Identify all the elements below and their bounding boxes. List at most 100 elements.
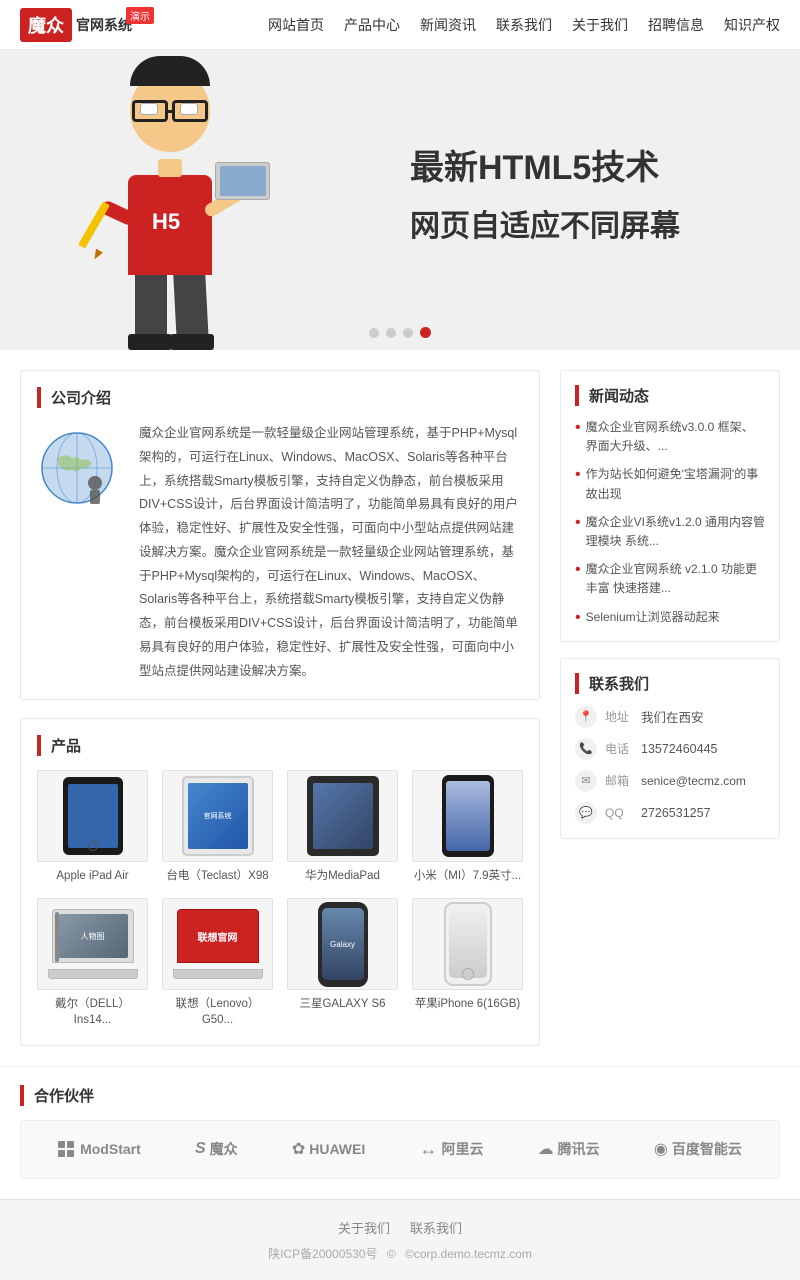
nav-about[interactable]: 关于我们: [572, 15, 628, 35]
dot-2[interactable]: [386, 328, 396, 338]
contact-qq-label: QQ: [605, 806, 633, 820]
phone-icon: 📞: [575, 738, 597, 760]
product-item-0[interactable]: Apple iPad Air: [37, 770, 148, 884]
contact-qq-value: 2726531257: [641, 806, 711, 820]
product-item-2[interactable]: 华为MediaPad: [287, 770, 398, 884]
product-name-5: 联想（Lenovo）G50...: [162, 996, 273, 1028]
product-name-6: 三星GALAXY S6: [287, 996, 398, 1012]
product-item-6[interactable]: Galaxy 三星GALAXY S6: [287, 898, 398, 1028]
news-bullet-1: •: [575, 465, 581, 484]
partners-title: 合作伙伴: [20, 1085, 780, 1106]
header: 魔众 官网系统 演示 网站首页 产品中心 新闻资讯 联系我们 关于我们 招聘信息…: [0, 0, 800, 50]
news-item-2[interactable]: • 魔众企业VI系统v1.2.0 通用内容管理模块 系统...: [575, 513, 765, 551]
partner-aliyun[interactable]: ↔ 阿里云: [419, 1139, 483, 1160]
nav-contact[interactable]: 联系我们: [496, 15, 552, 35]
product-image-3: [412, 770, 523, 862]
product-image-4: 人物图: [37, 898, 148, 990]
product-item-7[interactable]: 苹果iPhone 6(16GB): [412, 898, 523, 1028]
product-image-2: [287, 770, 398, 862]
news-text-0: 魔众企业官网系统v3.0.0 框架、界面大升级、...: [586, 418, 765, 456]
news-text-2: 魔众企业VI系统v1.2.0 通用内容管理模块 系统...: [586, 513, 765, 551]
products-title: 产品: [37, 735, 523, 756]
partner-modstart[interactable]: ModStart: [58, 1141, 141, 1157]
partner-baidu-label: 百度智能云: [672, 1139, 742, 1159]
contact-address-value: 我们在西安: [641, 707, 704, 726]
contact-phone-value: 13572460445: [641, 742, 717, 756]
product-item-5[interactable]: 联想官网 联想（Lenovo）G50...: [162, 898, 273, 1028]
logo-subtitle: 官网系统: [76, 17, 132, 33]
partners-grid: ModStart S 魔众 ✿ HUAWEI ↔ 阿里云 ☁ 腾讯云 ◉ 百度智…: [20, 1120, 780, 1179]
news-bullet-4: •: [575, 608, 581, 627]
contact-phone-row: 📞 电话 13572460445: [575, 738, 765, 760]
email-icon: ✉: [575, 770, 597, 792]
hero-line1: 最新HTML5技术: [410, 140, 680, 189]
company-intro-title: 公司介绍: [37, 387, 523, 408]
dot-1[interactable]: [369, 328, 379, 338]
dot-3[interactable]: [403, 328, 413, 338]
address-icon: 📍: [575, 706, 597, 728]
modstart-icon: [58, 1141, 74, 1157]
partner-huawei[interactable]: ✿ HUAWEI: [292, 1139, 365, 1159]
qq-icon: 💬: [575, 802, 597, 824]
tencent-icon: ☁: [538, 1139, 554, 1159]
footer-icp-text: 陕ICP备20000530号: [268, 1247, 377, 1261]
news-item-0[interactable]: • 魔众企业官网系统v3.0.0 框架、界面大升级、...: [575, 418, 765, 456]
main-content: 公司介绍: [0, 350, 800, 1066]
nav-ip[interactable]: 知识产权: [724, 15, 780, 35]
news-bullet-3: •: [575, 560, 581, 579]
logo-area: 魔众 官网系统 演示: [20, 8, 132, 42]
baidu-icon: ◉: [654, 1139, 668, 1159]
product-item-1[interactable]: 官网系统 台电（Teclast）X98: [162, 770, 273, 884]
footer-links: 关于我们 联系我们: [20, 1218, 780, 1237]
news-bullet-2: •: [575, 513, 581, 532]
contact-email-row: ✉ 邮箱 senice@tecmz.com: [575, 770, 765, 792]
globe-svg: [37, 428, 117, 508]
company-globe-icon: [37, 422, 127, 683]
product-image-7: [412, 898, 523, 990]
mozong-icon: S: [195, 1140, 206, 1158]
product-image-0: [37, 770, 148, 862]
hero-banner: H5 最新HTML5技: [0, 50, 800, 350]
contact-address-label: 地址: [605, 708, 633, 725]
contact-qq-row: 💬 QQ 2726531257: [575, 802, 765, 824]
partner-baidu[interactable]: ◉ 百度智能云: [654, 1139, 742, 1159]
news-item-3[interactable]: • 魔众企业官网系统 v2.1.0 功能更丰富 快速搭建...: [575, 560, 765, 598]
footer: 关于我们 联系我们 陕ICP备20000530号 © ©corp.demo.te…: [0, 1199, 800, 1280]
news-bullet-0: •: [575, 418, 581, 437]
partner-mozong[interactable]: S 魔众: [195, 1139, 238, 1159]
footer-link-about[interactable]: 关于我们: [338, 1218, 390, 1237]
partner-modstart-label: ModStart: [80, 1141, 141, 1157]
product-image-6: Galaxy: [287, 898, 398, 990]
product-image-5: 联想官网: [162, 898, 273, 990]
product-name-3: 小米（MI）7.9英寸...: [412, 868, 523, 884]
product-item-4[interactable]: 人物图 戴尔（DELL）Ins14...: [37, 898, 148, 1028]
nav-news[interactable]: 新闻资讯: [420, 15, 476, 35]
news-item-4[interactable]: • Selenium让浏览器动起来: [575, 608, 765, 627]
product-image-1: 官网系统: [162, 770, 273, 862]
product-item-3[interactable]: 小米（MI）7.9英寸...: [412, 770, 523, 884]
partner-tencent[interactable]: ☁ 腾讯云: [538, 1139, 600, 1159]
news-title: 新闻动态: [575, 385, 765, 406]
news-text-4: Selenium让浏览器动起来: [586, 608, 720, 627]
product-name-2: 华为MediaPad: [287, 868, 398, 884]
contact-email-value: senice@tecmz.com: [641, 774, 746, 788]
partner-huawei-label: HUAWEI: [309, 1141, 365, 1157]
dot-4[interactable]: [420, 327, 431, 338]
nav-home[interactable]: 网站首页: [268, 15, 324, 35]
hero-dots: [369, 327, 431, 338]
contact-address-row: 📍 地址 我们在西安: [575, 706, 765, 728]
partner-aliyun-label: 阿里云: [441, 1139, 483, 1159]
partner-tencent-label: 腾讯云: [558, 1139, 600, 1159]
footer-link-contact[interactable]: 联系我们: [410, 1218, 462, 1237]
nav-jobs[interactable]: 招聘信息: [648, 15, 704, 35]
left-column: 公司介绍: [20, 370, 540, 1046]
hero-text: 最新HTML5技术 网页自适应不同屏幕: [410, 140, 680, 245]
company-intro-section: 公司介绍: [20, 370, 540, 700]
company-description: 魔众企业官网系统是一款轻量级企业网站管理系统，基于PHP+Mysql架构的，可运…: [139, 422, 523, 683]
aliyun-icon: ↔: [419, 1139, 437, 1160]
footer-icp: 陕ICP备20000530号 © ©corp.demo.tecmz.com: [20, 1245, 780, 1262]
nav-products[interactable]: 产品中心: [344, 15, 400, 35]
partner-mozong-label: 魔众: [210, 1139, 238, 1159]
news-item-1[interactable]: • 作为站长如何避免'宝塔漏洞'的事故出现: [575, 465, 765, 503]
product-name-4: 戴尔（DELL）Ins14...: [37, 996, 148, 1028]
